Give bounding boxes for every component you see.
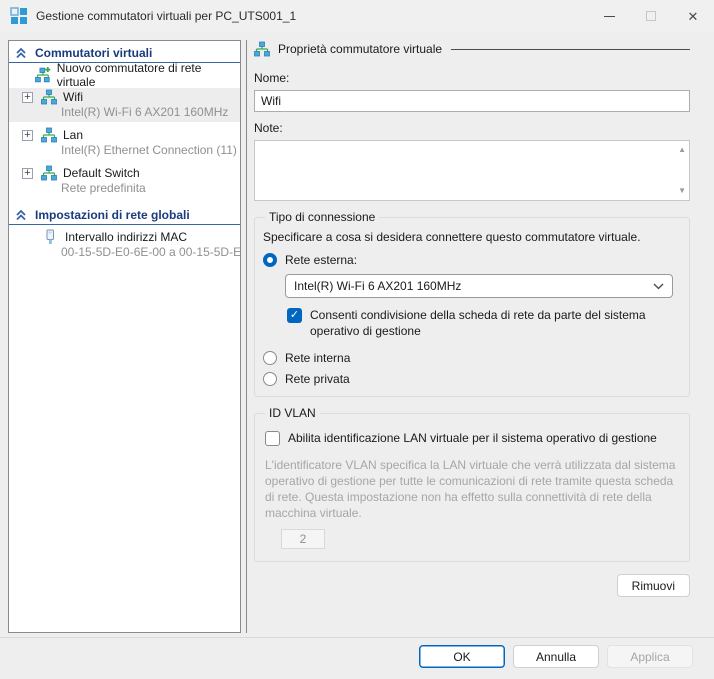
switch-icon	[41, 89, 57, 105]
section-header-global-settings[interactable]: Impostazioni di rete globali	[9, 205, 240, 225]
minimize-button[interactable]	[588, 0, 630, 32]
sidebar-item-label: Nuovo commutatore di rete virtuale	[56, 61, 202, 89]
vlan-enable-label: Abilita identificazione LAN virtuale per…	[288, 431, 657, 445]
connection-type-group: Tipo di connessione Specificare a cosa s…	[254, 210, 690, 397]
expand-plus-icon[interactable]: +	[22, 91, 33, 103]
sidebar-item-wifi[interactable]: + Wifi Intel(R) Wi-Fi 6 AX201 160MHz	[9, 88, 240, 122]
close-button[interactable]: ✕	[672, 0, 714, 32]
section-title: Commutatori virtuali	[35, 45, 153, 60]
notes-field: ▲ ▼	[254, 140, 690, 201]
apply-button: Applica	[607, 645, 693, 668]
checkbox-unchecked-icon	[265, 431, 280, 446]
private-network-label: Rete privata	[285, 372, 350, 386]
global-item-name: Intervallo indirizzi MAC	[65, 229, 188, 244]
vlan-group: ID VLAN Abilita identificazione LAN virt…	[254, 406, 690, 562]
radio-unselected-icon	[263, 372, 277, 386]
mac-range-icon	[46, 229, 54, 244]
share-adapter-checkbox[interactable]: ✓ Consenti condivisione della scheda di …	[287, 307, 677, 339]
window-title: Gestione commutatori virtuali per PC_UTS…	[36, 9, 297, 23]
switch-name: Lan	[63, 128, 84, 142]
radio-unselected-icon	[263, 351, 277, 365]
connection-type-title: Tipo di connessione	[269, 210, 376, 224]
panel-title: Proprietà commutatore virtuale	[278, 42, 443, 56]
switch-icon	[41, 127, 57, 143]
maximize-icon	[646, 11, 656, 21]
name-label: Nome:	[254, 71, 290, 85]
collapse-chevron-icon	[16, 209, 26, 220]
vlan-description: L'identificatore VLAN specifica la LAN v…	[265, 458, 676, 520]
vlan-id-input	[281, 529, 325, 549]
chevron-down-icon	[653, 283, 664, 289]
notes-label: Note:	[254, 121, 283, 135]
switch-description: Intel(R) Wi-Fi 6 AX201 160MHz	[61, 105, 229, 119]
vlan-enable-checkbox[interactable]: Abilita identificazione LAN virtuale per…	[265, 430, 677, 446]
adapter-selected-value: Intel(R) Wi-Fi 6 AX201 160MHz	[294, 279, 462, 293]
header-rule	[451, 49, 690, 50]
internal-network-radio[interactable]: Rete interna	[263, 351, 677, 365]
switch-name: Default Switch	[63, 166, 140, 180]
virtual-switch-manager-icon	[10, 7, 27, 24]
sidebar-item-lan[interactable]: + Lan Intel(R) Ethernet Connection (11) …	[9, 126, 240, 160]
notes-textarea[interactable]	[255, 141, 689, 200]
panel-divider	[246, 40, 247, 633]
ok-button[interactable]: OK	[419, 645, 505, 668]
vlan-title: ID VLAN	[269, 406, 316, 420]
adapter-dropdown[interactable]: Intel(R) Wi-Fi 6 AX201 160MHz	[285, 274, 673, 298]
minimize-icon	[603, 15, 615, 17]
radio-selected-icon	[263, 253, 277, 267]
footer-divider	[0, 637, 714, 638]
switch-icon	[41, 165, 57, 181]
share-adapter-label: Consenti condivisione della scheda di re…	[310, 308, 646, 338]
switch-name: Wifi	[63, 90, 83, 104]
external-network-radio[interactable]: Rete esterna:	[263, 253, 677, 267]
cancel-button[interactable]: Annulla	[513, 645, 599, 668]
name-input[interactable]	[254, 90, 690, 112]
dialog-buttons: OK Annulla Applica	[419, 645, 693, 668]
close-icon: ✕	[687, 8, 699, 24]
scroll-down-icon[interactable]: ▼	[678, 186, 686, 196]
expand-plus-icon[interactable]: +	[22, 129, 33, 141]
panel-header: Proprietà commutatore virtuale	[254, 40, 690, 58]
private-network-radio[interactable]: Rete privata	[263, 372, 677, 386]
internal-network-label: Rete interna	[285, 351, 351, 365]
sidebar-item-new-switch[interactable]: Nuovo commutatore di rete virtuale	[9, 61, 240, 89]
sidebar-item-default-switch[interactable]: + Default Switch Rete predefinita	[9, 164, 240, 198]
scroll-up-icon[interactable]: ▲	[678, 145, 686, 155]
connection-type-description: Specificare a cosa si desidera connetter…	[263, 230, 641, 244]
maximize-button	[630, 0, 672, 32]
switch-icon	[254, 41, 270, 57]
remove-button[interactable]: Rimuovi	[616, 574, 690, 597]
switch-description: Intel(R) Ethernet Connection (11) ...	[61, 143, 240, 157]
collapse-chevron-icon	[16, 47, 26, 58]
checkbox-checked-icon: ✓	[287, 308, 302, 323]
navigation-tree: Commutatori virtuali Nuovo commutatore d…	[8, 40, 241, 633]
section-title: Impostazioni di rete globali	[35, 207, 190, 222]
section-header-virtual-switches[interactable]: Commutatori virtuali	[9, 43, 240, 63]
sidebar-item-mac-range[interactable]: Intervallo indirizzi MAC 00-15-5D-E0-6E-…	[9, 228, 240, 260]
global-item-description: 00-15-5D-E0-6E-00 a 00-15-5D-E0...	[61, 245, 240, 259]
expand-plus-icon[interactable]: +	[22, 167, 33, 179]
properties-panel: Proprietà commutatore virtuale Nome: Not…	[254, 40, 690, 597]
external-network-label: Rete esterna:	[285, 253, 358, 267]
title-bar: Gestione commutatori virtuali per PC_UTS…	[0, 0, 714, 32]
switch-description: Rete predefinita	[61, 181, 146, 195]
new-switch-icon	[35, 67, 51, 83]
